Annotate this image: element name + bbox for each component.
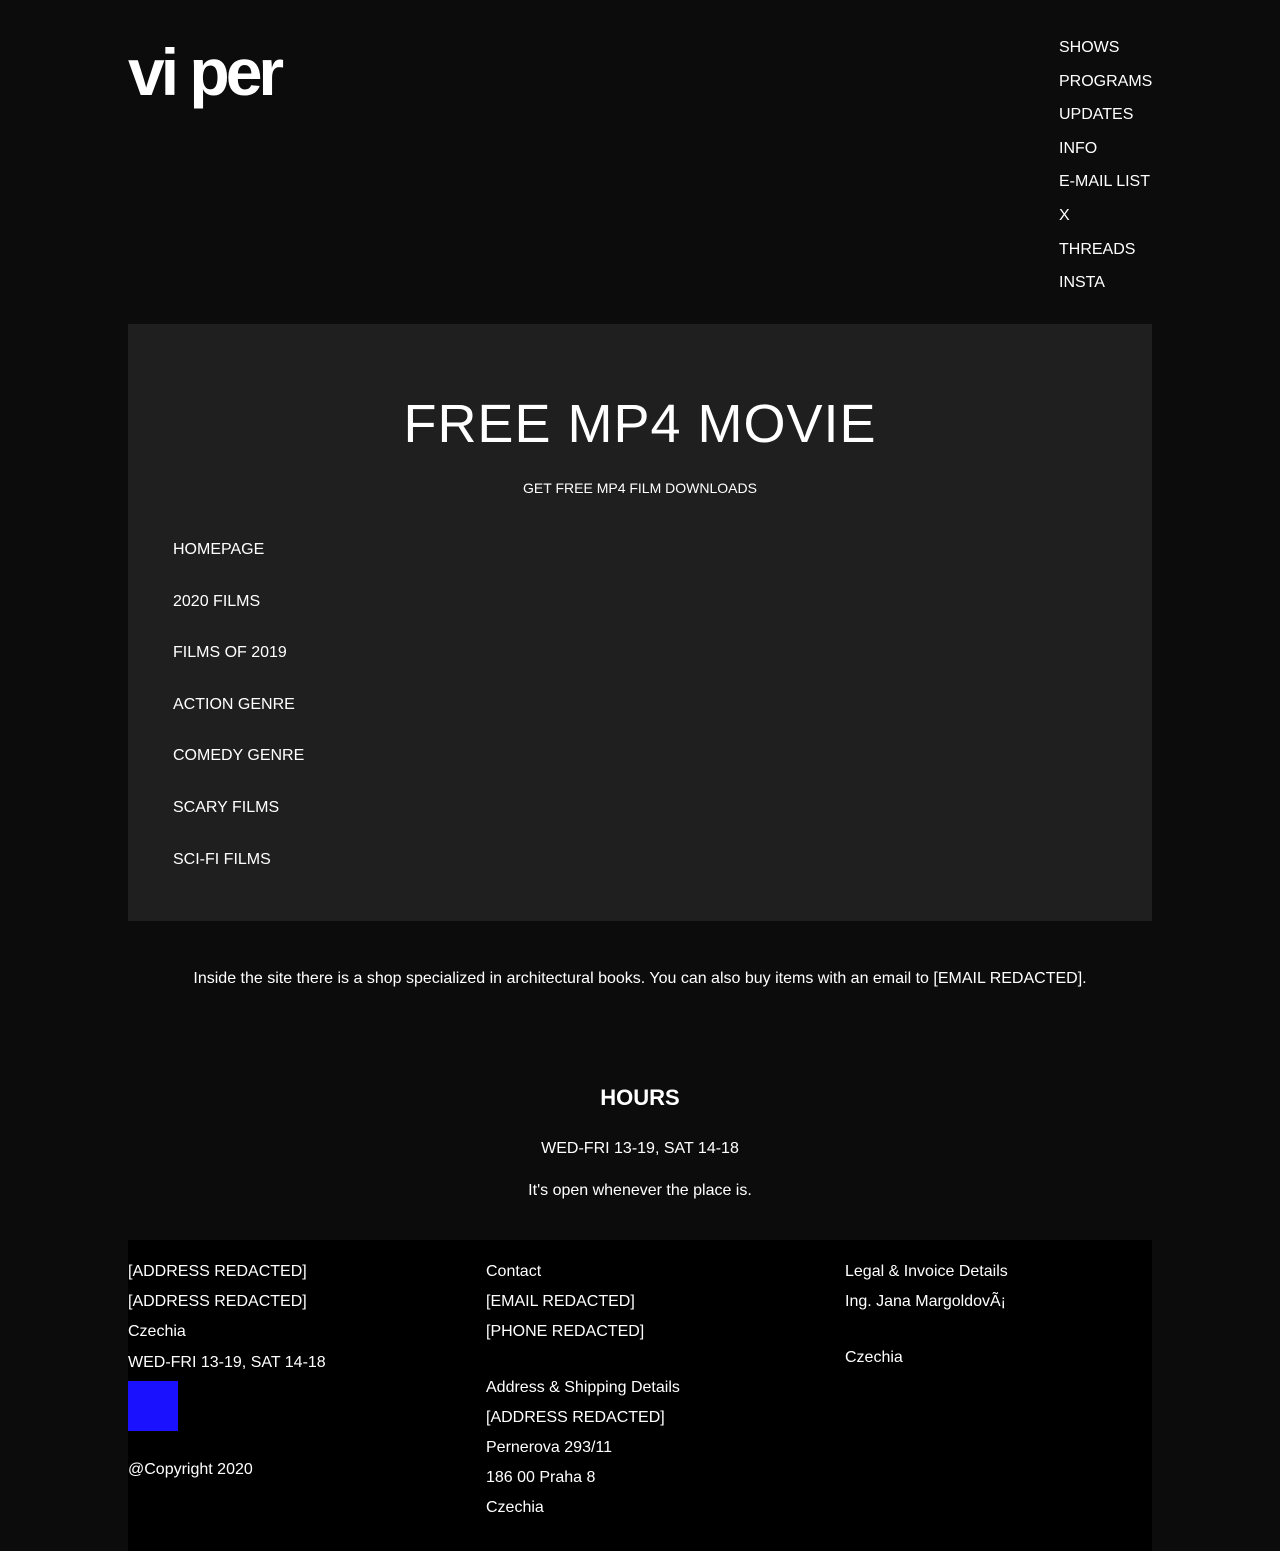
top-nav: SHOWS PROGRAMS UPDATES INFO E-MAIL LIST … bbox=[1059, 31, 1199, 300]
hero-menu-item: COMEDY GENRE bbox=[173, 744, 304, 796]
menu-link-films-of-2019[interactable]: FILMS OF 2019 bbox=[173, 641, 304, 693]
footer-contact-column: Contact [EMAIL REDACTED] [PHONE REDACTED… bbox=[486, 1260, 806, 1527]
nav-email-list[interactable]: E-MAIL LIST bbox=[1059, 165, 1199, 199]
menu-link-sci-fi-films[interactable]: SCI-FI FILMS bbox=[173, 848, 304, 900]
nav-programs[interactable]: PROGRAMS bbox=[1059, 65, 1199, 99]
hero-menu-item: HOMEPAGE bbox=[173, 538, 304, 590]
nav-threads[interactable]: THREADS bbox=[1059, 233, 1199, 267]
hero-menu-item: FILMS OF 2019 bbox=[173, 641, 304, 693]
hero-menu-item: SCI-FI FILMS bbox=[173, 848, 304, 900]
nav-info[interactable]: INFO bbox=[1059, 132, 1199, 166]
footer-copyright: @Copyright 2020 bbox=[128, 1460, 253, 1478]
nav-updates[interactable]: UPDATES bbox=[1059, 98, 1199, 132]
contact-phone[interactable]: [PHONE REDACTED] bbox=[486, 1320, 806, 1350]
hero-menu-item: ACTION GENRE bbox=[173, 693, 304, 745]
nav-shows[interactable]: SHOWS bbox=[1059, 31, 1199, 65]
blue-square-image bbox=[128, 1380, 178, 1431]
contact-email[interactable]: [EMAIL REDACTED] bbox=[486, 1290, 806, 1320]
shipping-line: [ADDRESS REDACTED] bbox=[486, 1408, 665, 1426]
hero-subtitle: GET FREE MP4 FILM DOWNLOADS bbox=[523, 480, 757, 496]
nav-insta[interactable]: INSTA bbox=[1059, 266, 1199, 300]
shipping-line: Czechia bbox=[486, 1499, 544, 1517]
shipping-heading: Address & Shipping Details bbox=[486, 1378, 680, 1396]
legal-name: Ing. Jana MargoldovÃ¡ bbox=[845, 1293, 1006, 1311]
footer-country: Czechia bbox=[128, 1323, 186, 1341]
footer-address-column: [ADDRESS REDACTED] [ADDRESS REDACTED] Cz… bbox=[128, 1260, 448, 1482]
hero-menu-item: SCARY FILMS bbox=[173, 796, 304, 848]
menu-link-action-genre[interactable]: ACTION GENRE bbox=[173, 693, 304, 745]
menu-link-homepage[interactable]: HOMEPAGE bbox=[173, 538, 304, 590]
contact-heading: Contact bbox=[486, 1263, 542, 1280]
hero-title: FREE MP4 MOVIE bbox=[403, 394, 877, 454]
menu-link-2020-films[interactable]: 2020 FILMS bbox=[173, 590, 304, 642]
footer: [ADDRESS REDACTED] [ADDRESS REDACTED] Cz… bbox=[128, 1240, 1152, 1551]
hours-note: It's open whenever the place is. bbox=[528, 1182, 752, 1199]
menu-link-comedy-genre[interactable]: COMEDY GENRE bbox=[173, 744, 304, 796]
site-logo[interactable]: vi per bbox=[128, 36, 284, 108]
hours-heading: HOURS bbox=[600, 1085, 680, 1110]
hero-menu-item: 2020 FILMS bbox=[173, 590, 304, 642]
footer-address-line: [ADDRESS REDACTED] bbox=[128, 1263, 307, 1280]
page: vi per SHOWS PROGRAMS UPDATES INFO E-MAI… bbox=[0, 0, 1280, 1551]
hours-times: WED-FRI 13-19, SAT 14-18 bbox=[541, 1140, 739, 1157]
legal-heading: Legal & Invoice Details bbox=[845, 1263, 1008, 1280]
footer-legal-column: Legal & Invoice Details Ing. Jana Margol… bbox=[845, 1260, 1152, 1377]
menu-link-scary-films[interactable]: SCARY FILMS bbox=[173, 796, 304, 848]
footer-address-line: [ADDRESS REDACTED] bbox=[128, 1293, 307, 1311]
legal-country: Czechia bbox=[845, 1349, 903, 1367]
hero-panel: FREE MP4 MOVIE GET FREE MP4 FILM DOWNLOA… bbox=[128, 324, 1152, 921]
shipping-line: Pernerova 293/11 bbox=[486, 1438, 613, 1456]
nav-x[interactable]: X bbox=[1059, 199, 1199, 233]
hero-menu: HOMEPAGE 2020 FILMS FILMS OF 2019 ACTION… bbox=[173, 538, 304, 899]
shipping-line: 186 00 Praha 8 bbox=[486, 1469, 596, 1487]
intro-paragraph: Inside the site there is a shop speciali… bbox=[193, 970, 1087, 987]
footer-hours: WED-FRI 13-19, SAT 14-18 bbox=[128, 1353, 326, 1371]
